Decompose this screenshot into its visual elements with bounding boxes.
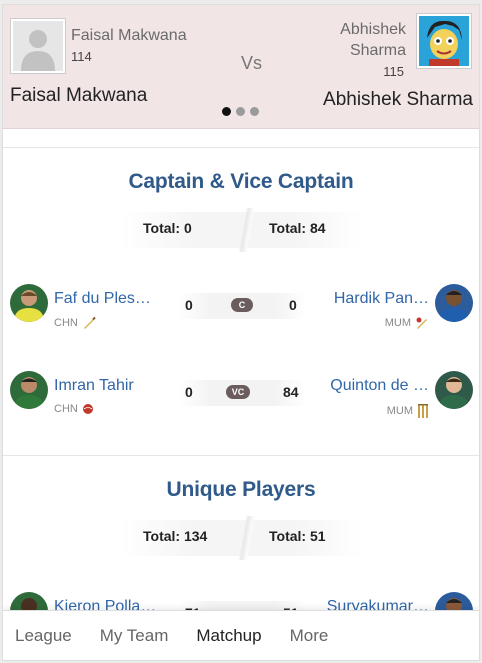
captain-row[interactable]: Faf du Ples… CHN 0 C 0 Hardik Pan… MUM — [3, 282, 479, 332]
nav-more[interactable]: More — [290, 626, 329, 646]
captain-totals: Total: 0 Total: 84 — [121, 208, 365, 252]
left-points: 0 — [185, 384, 193, 400]
team-label: MUM — [384, 317, 411, 329]
captain-section: Captain & Vice Captain Total: 0 Total: 8… — [3, 147, 479, 455]
team-label: CHN — [54, 403, 78, 415]
left-user-name[interactable]: Faisal Makwana — [10, 85, 147, 107]
ball-icon — [82, 404, 93, 414]
bottom-nav: League My Team Matchup More — [3, 610, 479, 660]
matchup-header: Faisal Makwana 114 Faisal Makwana Vs Abh… — [3, 5, 479, 129]
captain-section-title: Captain & Vice Captain — [128, 170, 354, 193]
captain-badge: C — [231, 298, 253, 312]
team-label: MUM — [386, 405, 413, 417]
bat-ball-icon — [416, 317, 427, 329]
player-avatar-hardik[interactable] — [435, 284, 473, 322]
player-team-left: CHN — [54, 403, 94, 415]
left-user-avatar[interactable] — [10, 18, 66, 74]
left-points: 0 — [185, 297, 193, 313]
nav-matchup[interactable]: Matchup — [196, 626, 261, 646]
stumps-icon — [418, 404, 428, 418]
vs-label: Vs — [241, 53, 263, 73]
vice-captain-points: 0 VC 84 — [179, 378, 307, 408]
player-name-right[interactable]: Quinton de … — [330, 377, 429, 395]
cartoon-kid-icon — [419, 16, 469, 66]
nav-my-team[interactable]: My Team — [100, 626, 169, 646]
unique-totals: Total: 134 Total: 51 — [121, 516, 365, 560]
right-user-name[interactable]: Abhishek Sharma — [323, 89, 473, 111]
vice-captain-badge: VC — [226, 385, 250, 399]
unique-total-left: Total: 134 — [143, 528, 208, 544]
right-user-score: 115 — [383, 64, 404, 79]
player-team-right: MUM — [385, 316, 429, 330]
player-name-left[interactable]: Faf du Ples… — [54, 290, 151, 308]
right-user-name-line2: Sharma — [349, 42, 406, 59]
player-avatar-tahir[interactable] — [10, 371, 48, 409]
nav-league[interactable]: League — [15, 626, 72, 646]
player-avatar-quinton[interactable] — [435, 371, 473, 409]
pager-dot-3[interactable] — [250, 107, 259, 116]
app-frame: Faisal Makwana 114 Faisal Makwana Vs Abh… — [2, 4, 480, 661]
left-user-score: 114 — [71, 49, 92, 64]
player-team-left: CHN — [54, 316, 96, 330]
team-label: CHN — [54, 317, 78, 329]
default-user-icon — [13, 21, 63, 71]
pager-dot-1[interactable] — [222, 107, 231, 116]
captain-points: 0 C 0 — [179, 291, 307, 321]
player-name-left[interactable]: Imran Tahir — [54, 377, 134, 395]
bat-icon — [83, 316, 96, 329]
right-points: 84 — [283, 384, 299, 400]
pager-dots[interactable] — [222, 107, 259, 116]
right-user-name-line1: Abhishek — [340, 21, 406, 38]
unique-section-title: Unique Players — [166, 478, 316, 501]
left-user-name-small: Faisal Makwana — [71, 27, 187, 44]
player-avatar-faf[interactable] — [10, 284, 48, 322]
player-name-right[interactable]: Hardik Pan… — [334, 290, 429, 308]
captain-total-left: Total: 0 — [143, 220, 192, 236]
captain-total-right: Total: 84 — [269, 220, 326, 236]
unique-total-right: Total: 51 — [269, 528, 326, 544]
pager-dot-2[interactable] — [236, 107, 245, 116]
player-team-right: MUM — [387, 403, 429, 419]
vice-captain-row[interactable]: Imran Tahir CHN 0 VC 84 Quinton de … MUM — [3, 369, 479, 419]
right-user-avatar[interactable] — [416, 13, 472, 69]
right-points: 0 — [289, 297, 297, 313]
